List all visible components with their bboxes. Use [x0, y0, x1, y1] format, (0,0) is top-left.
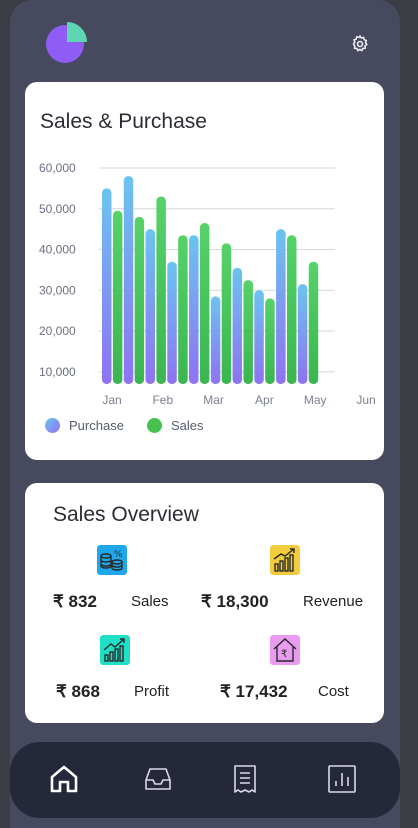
svg-text:₹: ₹	[281, 649, 287, 660]
x-tick-label: Jan	[102, 393, 121, 407]
sales-purchase-card: Sales & Purchase 60,000 50,000 40,000 30,00…	[25, 82, 384, 460]
revenue-label: Revenue	[303, 593, 364, 610]
purchase-bar	[276, 229, 286, 384]
growth-chart-icon	[270, 545, 300, 575]
purchase-bar	[123, 176, 134, 384]
sales-bar	[112, 210, 123, 384]
cost-value: ₹ 17,432	[220, 682, 288, 701]
rupee-house-icon: ₹	[270, 635, 300, 665]
profit-label: Profit	[134, 683, 170, 700]
gear-icon[interactable]	[350, 34, 370, 54]
y-tick-label: 10,000	[39, 365, 76, 379]
sales-label: Sales	[131, 593, 169, 610]
coins-percent-icon: %	[97, 545, 127, 575]
sales-bar	[221, 243, 232, 384]
purchase-bar	[167, 261, 177, 384]
purchase-bar	[189, 235, 199, 384]
bar-chart: 60,000 50,000 40,000 30,000 20,000 10,000 Jan F…	[39, 161, 376, 407]
purchase-bar	[232, 267, 243, 384]
legend-label: Purchase	[69, 418, 124, 433]
y-tick-label: 40,000	[39, 243, 76, 257]
inbox-icon[interactable]	[143, 764, 173, 794]
sales-bar	[178, 235, 188, 384]
bottom-navigation	[10, 742, 400, 818]
legend-purchase: Purchase	[45, 418, 124, 433]
sales-bar	[199, 223, 210, 384]
cost-label: Cost	[318, 683, 349, 700]
sales-bar	[286, 235, 297, 384]
legend-label: Sales	[171, 418, 204, 433]
svg-text:%: %	[114, 550, 123, 560]
home-icon[interactable]	[49, 764, 79, 794]
receipt-icon[interactable]	[230, 764, 260, 794]
legend-sales: Sales	[147, 418, 204, 433]
purchase-bar	[297, 284, 308, 384]
sales-value: ₹ 832	[53, 592, 97, 611]
x-tick-label: May	[304, 393, 327, 407]
y-tick-label: 50,000	[39, 202, 76, 216]
bar-chart-icon[interactable]	[327, 764, 357, 794]
purchase-bar	[210, 296, 221, 384]
x-tick-label: Jun	[356, 393, 375, 407]
x-tick-label: Feb	[152, 393, 173, 407]
sales-bar	[308, 261, 319, 384]
sales-dot-icon	[147, 418, 162, 433]
purchase-bar	[102, 188, 112, 384]
profit-value: ₹ 868	[56, 682, 100, 701]
purchase-bar	[254, 290, 264, 384]
sales-bar	[156, 196, 166, 384]
card-title: Sales Overview	[53, 503, 199, 526]
y-tick-label: 30,000	[39, 283, 76, 297]
sales-bar	[134, 216, 145, 384]
purchase-bar	[145, 229, 156, 384]
revenue-value: ₹ 18,300	[201, 592, 269, 611]
y-tick-label: 60,000	[39, 161, 76, 175]
purchase-dot-icon	[45, 418, 60, 433]
pie-chart-logo-icon	[46, 22, 87, 63]
sales-overview-card: Sales Overview % ₹ 832 Sales ₹ 18,300 Re…	[25, 483, 384, 723]
x-tick-label: Apr	[255, 393, 274, 407]
profit-chart-icon	[100, 635, 130, 665]
x-tick-label: Mar	[203, 393, 224, 407]
sales-bar	[265, 298, 275, 384]
y-tick-label: 20,000	[39, 324, 76, 338]
sales-bar	[243, 280, 253, 384]
